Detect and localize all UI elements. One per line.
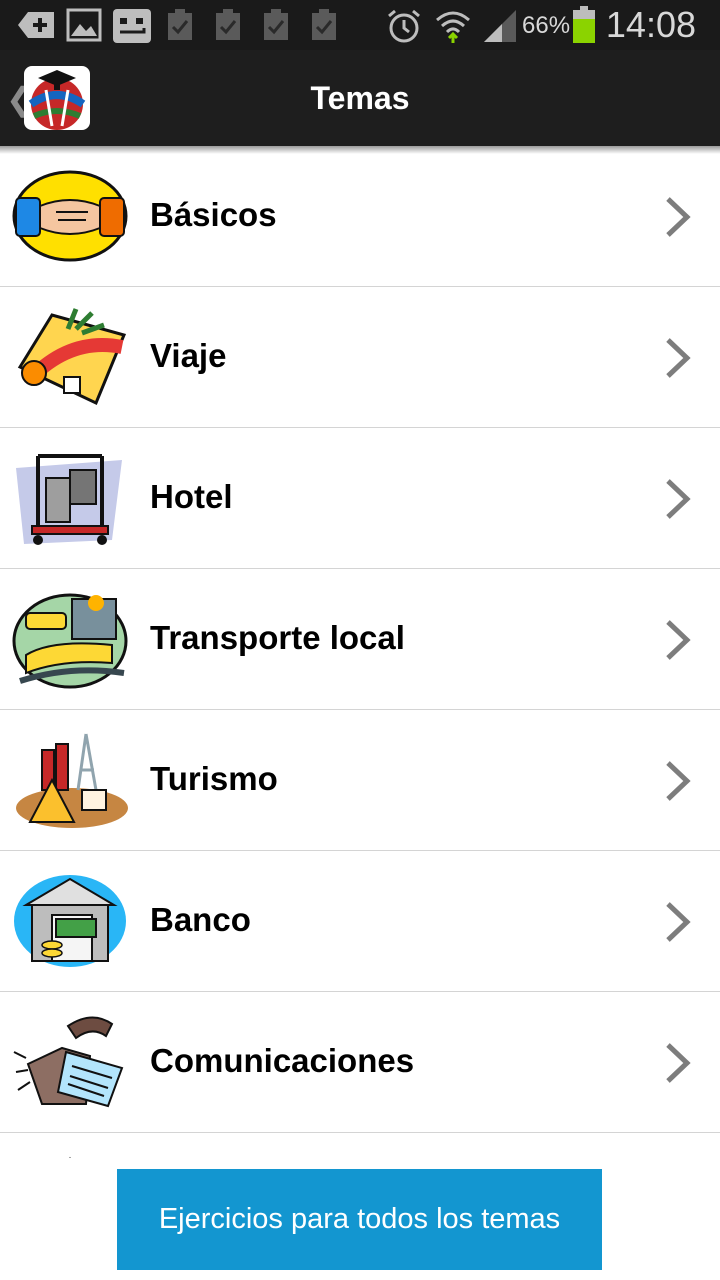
list-item-comunicaciones[interactable]: Comunicaciones	[0, 992, 720, 1133]
list-item-label: Transporte local	[150, 619, 405, 656]
chevron-right-icon	[666, 338, 691, 378]
handshake-icon	[12, 170, 128, 262]
signal-icon	[484, 10, 516, 42]
wifi-icon	[436, 11, 470, 43]
image-icon	[66, 8, 102, 42]
bank-icon	[14, 875, 126, 967]
list-item-label: Banco	[150, 901, 251, 938]
list-item-viaje[interactable]: Viaje	[0, 287, 720, 428]
alarm-icon	[388, 9, 420, 43]
task-check-icon	[168, 9, 192, 40]
list-item-label: Viaje	[150, 337, 227, 374]
list-item-label: Básicos	[150, 196, 277, 233]
action-bar-shadow	[0, 146, 720, 154]
page-title: Temas	[310, 80, 410, 116]
list-item-basicos[interactable]: Básicos	[0, 146, 720, 287]
list-item-transporte-local[interactable]: Transporte local	[0, 569, 720, 710]
task-check-icon	[216, 9, 240, 40]
list-item-label: Comunicaciones	[150, 1042, 415, 1079]
list-item-partial[interactable]	[0, 1133, 720, 1158]
chevron-right-icon	[666, 479, 691, 519]
chevron-right-icon	[666, 761, 691, 801]
list-item-label: Turismo	[150, 760, 278, 797]
chevron-right-icon	[666, 620, 691, 660]
list-item-banco[interactable]: Banco	[0, 851, 720, 992]
luggage-cart-icon	[16, 454, 122, 545]
chevron-right-icon	[666, 1043, 691, 1083]
task-check-icon	[264, 9, 288, 40]
list-item-turismo[interactable]: Turismo	[0, 710, 720, 851]
telephone-icon	[13, 1016, 124, 1108]
clock: 14:08	[605, 4, 696, 45]
add-icon	[18, 12, 54, 38]
landmarks-icon	[16, 733, 128, 828]
battery-percent: 66%	[522, 12, 571, 39]
message-icon	[113, 9, 151, 43]
topic-list: Básicos Viaje Hotel Transporte local Tur…	[0, 146, 720, 1158]
chevron-right-icon	[666, 197, 691, 237]
list-item-label: Hotel	[150, 478, 233, 515]
battery-icon	[573, 6, 595, 43]
train-icon	[12, 593, 128, 689]
action-bar: ❮ Temas	[0, 50, 720, 146]
chevron-right-icon	[666, 902, 691, 942]
status-bar: 66% 14:08	[0, 0, 720, 50]
task-check-icon	[312, 9, 336, 40]
travel-icon	[17, 308, 127, 406]
list-item-hotel[interactable]: Hotel	[0, 428, 720, 569]
all-topics-exercises-button[interactable]: Ejercicios para todos los temas	[117, 1169, 602, 1270]
